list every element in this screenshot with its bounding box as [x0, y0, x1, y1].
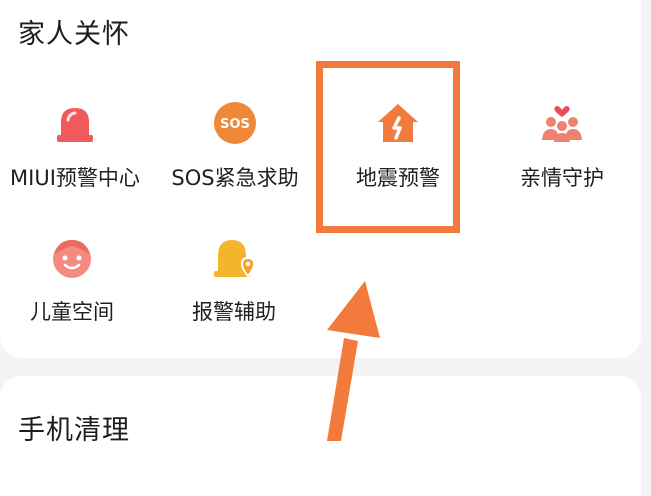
feature-label: 报警辅助: [192, 300, 276, 324]
sos-icon: SOS: [209, 98, 261, 150]
section-title-phone-cleanup: 手机清理: [18, 415, 130, 446]
highlight-box-annotation: [316, 61, 460, 233]
alarm-bell-location-icon: [208, 232, 260, 284]
feature-label: SOS紧急求助: [171, 166, 299, 190]
svg-text:SOS: SOS: [220, 117, 250, 132]
feature-kids-space[interactable]: 儿童空间: [0, 232, 152, 332]
child-face-icon: [46, 232, 98, 284]
feature-alarm-assist[interactable]: 报警辅助: [154, 232, 314, 332]
alarm-siren-icon: [49, 98, 101, 150]
section-title-family-care: 家人关怀: [18, 19, 130, 50]
phone-cleanup-card: 手机清理: [0, 376, 641, 496]
feature-label: 亲情守护: [520, 166, 604, 190]
feature-label: 儿童空间: [30, 300, 114, 324]
feature-label: MIUI预警中心: [10, 166, 140, 190]
feature-family-guard[interactable]: 亲情守护: [482, 98, 642, 198]
family-care-icon: [536, 98, 588, 150]
feature-sos-emergency[interactable]: SOS SOS紧急求助: [155, 98, 315, 198]
feature-miui-alert-center[interactable]: MIUI预警中心: [0, 98, 155, 198]
